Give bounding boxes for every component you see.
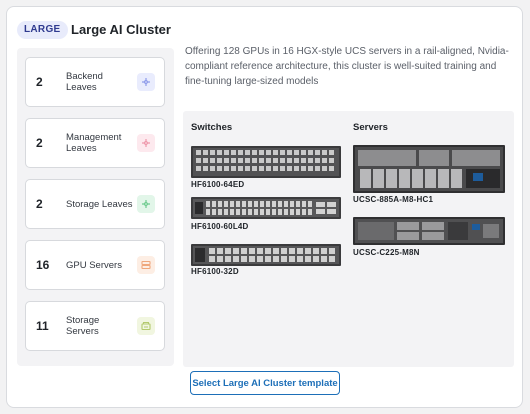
leaf-switch-icon (137, 73, 155, 91)
template-card: LARGE Large AI Cluster 2 Backend Leaves … (6, 6, 523, 408)
server-model-label: UCSC-885A-M8-HC1 (353, 195, 434, 204)
stat-label: Storage Servers (66, 315, 100, 337)
stat-label: Backend Leaves (66, 71, 103, 93)
switch-32d-image (191, 244, 341, 266)
template-title: Large AI Cluster (71, 22, 171, 37)
stat-label: Management Leaves (66, 132, 122, 154)
stat-count: 11 (36, 319, 49, 333)
stat-count: 2 (36, 75, 43, 89)
stat-label: Storage Leaves (66, 198, 133, 210)
servers-heading: Servers (353, 122, 388, 133)
stat-management-leaves: 2 Management Leaves (25, 118, 165, 168)
switches-heading: Switches (191, 122, 233, 133)
management-switch-icon (137, 134, 155, 152)
stat-count: 2 (36, 197, 43, 211)
template-description: Offering 128 GPUs in 16 HGX-style UCS se… (185, 46, 509, 87)
server-model-label: UCSC-C225-M8N (353, 248, 420, 257)
server-c225-image (353, 217, 505, 245)
switch-60l4d-image (191, 197, 341, 219)
select-template-button[interactable]: Select Large AI Cluster template (190, 371, 340, 395)
stat-count: 16 (36, 258, 50, 272)
server-icon (137, 256, 155, 274)
stat-storage-servers: 11 Storage Servers (25, 301, 165, 351)
switch-64ed-image (191, 146, 341, 178)
hardware-panel: Switches Servers HF6100-64ED HF6100-60L4… (183, 111, 514, 367)
stat-gpu-servers: 16 GPU Servers (25, 240, 165, 290)
storage-switch-icon (137, 195, 155, 213)
stat-label: GPU Servers (66, 259, 122, 271)
server-885a-image (353, 145, 505, 193)
switch-model-label: HF6100-64ED (191, 180, 245, 189)
storage-server-icon (137, 317, 155, 335)
size-badge: LARGE (17, 21, 68, 39)
stat-count: 2 (36, 136, 43, 150)
stat-storage-leaves: 2 Storage Leaves (25, 179, 165, 229)
switch-model-label: HF6100-32D (191, 267, 239, 276)
switch-model-label: HF6100-60L4D (191, 222, 249, 231)
stat-backend-leaves: 2 Backend Leaves (25, 57, 165, 107)
stats-panel: 2 Backend Leaves 2 Management Leaves 2 S… (17, 48, 174, 366)
